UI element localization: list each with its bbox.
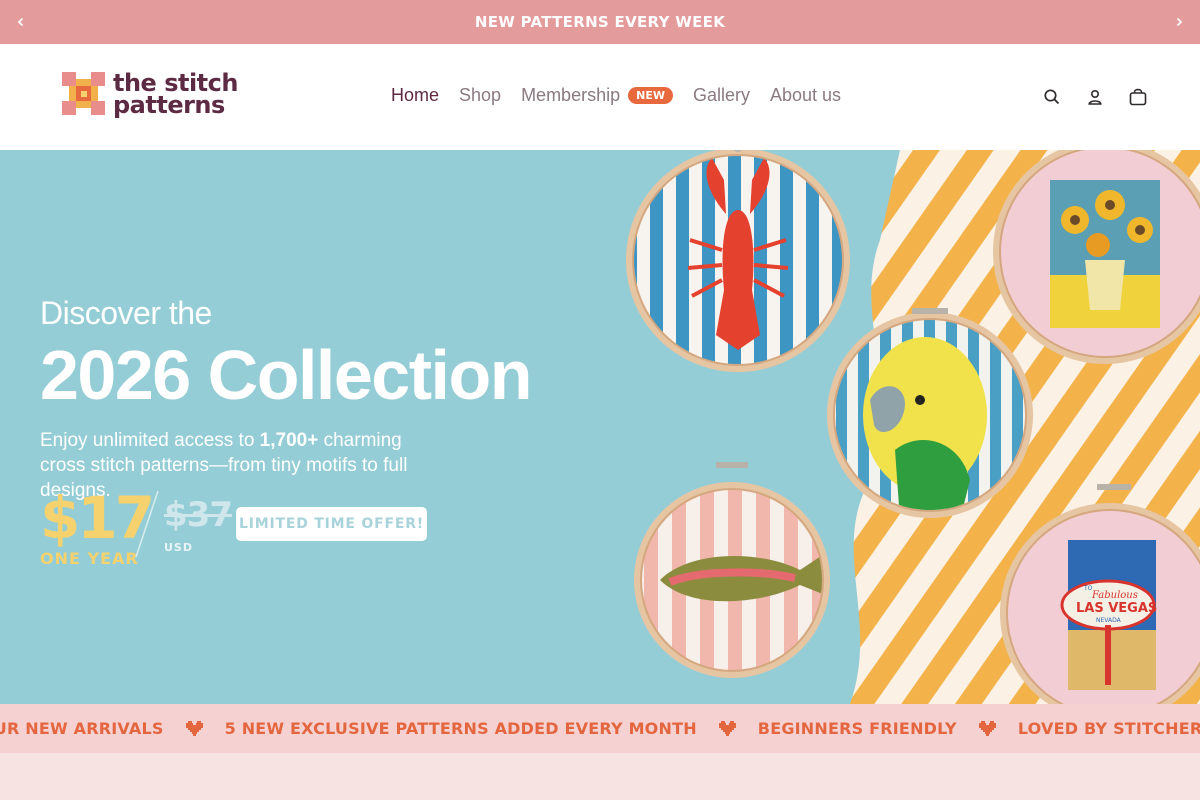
price-term: ONE YEAR [40, 549, 139, 568]
announcement-message[interactable]: NEW PATTERNS EVERY WEEK [475, 13, 725, 31]
account-icon[interactable] [1085, 87, 1105, 107]
nav-membership-label: Membership [521, 85, 621, 105]
ticker-item: LOVED BY STITCHERS SINCE 20 [1017, 719, 1200, 738]
price-original: $37 [164, 495, 233, 535]
chevron-right-icon[interactable] [1169, 12, 1189, 32]
header-tools [1019, 87, 1148, 107]
cart-icon[interactable] [1128, 87, 1148, 107]
search-icon[interactable] [1042, 87, 1062, 107]
price-currency: USD [164, 541, 193, 554]
chevron-left-icon[interactable] [11, 12, 31, 32]
hero-copy: Discover the 2026 Collection Enjoy unlim… [40, 295, 533, 503]
main-nav: Home Shop Membership NEW Gallery About u… [391, 85, 861, 106]
heart-icon [185, 721, 203, 736]
nav-gallery[interactable]: Gallery [693, 85, 750, 106]
announcement-bar: NEW PATTERNS EVERY WEEK [0, 0, 1200, 44]
new-badge: NEW [628, 87, 673, 104]
hero-title: 2026 Collection [40, 336, 533, 414]
price-divider-icon [135, 490, 159, 558]
logo-line-2: patterns [113, 91, 225, 119]
hoop-sign-to: TO [1083, 585, 1093, 592]
limited-offer-button[interactable]: LIMITED TIME OFFER! [236, 507, 427, 541]
below-fold-section [0, 753, 1200, 800]
nav-membership[interactable]: Membership NEW [521, 85, 673, 106]
logo-mark-icon [62, 72, 106, 116]
nav-home[interactable]: Home [391, 85, 439, 106]
hoop-sign-state: NEVADA [1096, 617, 1122, 624]
ticker-item: OUR NEW ARRIVALS [0, 719, 164, 738]
hero-subtitle-highlight: 1,700+ [259, 430, 319, 451]
hoop-sign-big: LAS VEGAS [1076, 601, 1157, 616]
ticker-item: BEGINNERS FRIENDLY [757, 719, 957, 738]
benefits-ticker: OUR NEW ARRIVALS 5 NEW EXCLUSIVE PATTERN… [0, 704, 1200, 753]
heart-icon [978, 721, 996, 736]
site-header: the stitch patterns Home Shop Membership… [0, 44, 1200, 150]
pricing-block: $17 ONE YEAR $37 USD LIMITED TIME OFFER! [40, 485, 460, 575]
heart-icon [718, 721, 736, 736]
hero-kicker: Discover the [40, 295, 212, 331]
ticker-track: OUR NEW ARRIVALS 5 NEW EXCLUSIVE PATTERN… [0, 704, 1200, 753]
hoop-sign-small: Fabulous [1091, 590, 1138, 601]
nav-shop[interactable]: Shop [459, 85, 501, 106]
hero-banner[interactable]: Fabulous LAS VEGAS NEVADA TO Discover th… [0, 150, 1200, 704]
ticker-item: 5 NEW EXCLUSIVE PATTERNS ADDED EVERY MON… [224, 719, 697, 738]
nav-about[interactable]: About us [770, 85, 841, 106]
logo-text: the stitch patterns [113, 71, 238, 119]
logo[interactable]: the stitch patterns [62, 71, 238, 119]
hero-subtitle-prefix: Enjoy unlimited access to [40, 430, 260, 451]
